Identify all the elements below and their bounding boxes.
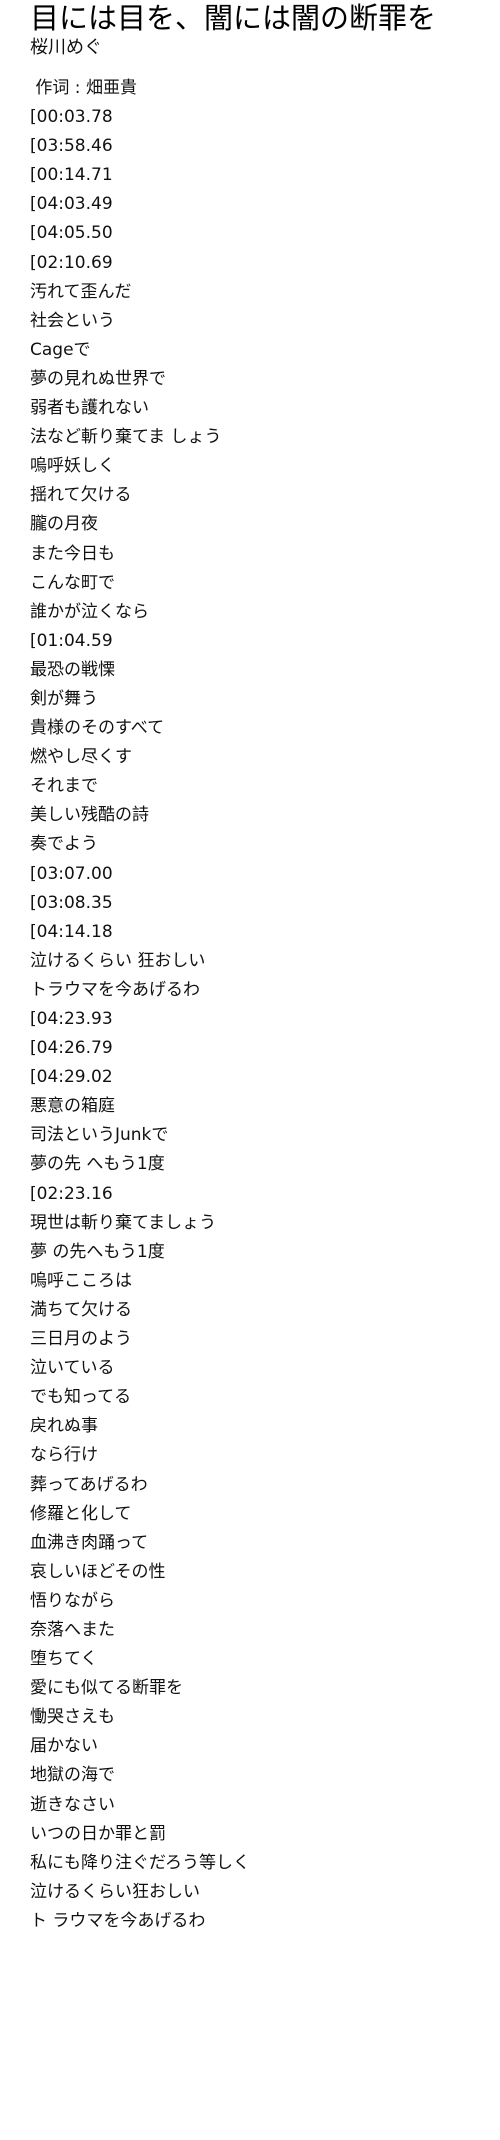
lyric-line: 届かない [30,1736,98,1757]
lyric-line: こんな町で [30,572,115,593]
lyric-line: [02:23.16 [30,1183,113,1204]
lyric-line: 嗚呼こころは [30,1270,132,1291]
lyric-line: 血沸き肉踊って [30,1532,149,1553]
lyric-line: 奈落へまた [30,1619,115,1640]
lyric-line: いつの日か罪と罰 [30,1823,166,1844]
lyric-line: 葬ってあげるわ [30,1474,148,1495]
lyric-line: 三日月のよう [30,1329,132,1350]
lyric-line: [03:08.35 [30,892,113,913]
lyric-line: 奏でよう [30,834,98,855]
lyric-line: 最恐の戦慄 [30,659,115,680]
lyric-line: [00:14.71 [30,165,113,186]
lyric-line: 誰かが泣くなら [30,601,149,622]
lyric-line: ト ラウマを今あげるわ [30,1910,206,1931]
lyric-line: [02:10.69 [30,252,113,273]
lyric-line: 嗚呼妖しく [30,456,115,477]
lyric-line: 弱者も護れない [30,398,149,419]
lyric-line: また今日も [30,543,115,564]
lyric-line: 社会という [30,310,115,331]
lyric-line: 満ちて欠ける [30,1299,132,1320]
lyric-line: 悟りながら [30,1590,115,1611]
lyric-line: [04:29.02 [30,1067,113,1088]
lyric-line: [04:26.79 [30,1038,113,1059]
lyric-line: 夢の先 へもう1度 [30,1154,165,1175]
lyric-line: トラウマを今あげるわ [30,979,200,1000]
lyric-line: 泣けるくらい 狂おしい [30,950,206,971]
lyric-line: 堕ちてく [30,1649,98,1670]
lyric-line: [04:14.18 [30,921,113,942]
lyric-line: 私にも降り注ぐだろう等しく [30,1852,250,1873]
lyric-line: 戻れぬ事 [30,1416,98,1437]
lyric-line: 作词 : 畑亜貴 [30,78,137,98]
lyric-line: 逝きなさい [30,1794,115,1815]
lyric-line: 修羅と化して [30,1503,132,1524]
lyric-line: [04:23.93 [30,1009,113,1029]
lyric-line: Cageで [30,339,91,360]
lyric-line: 哀しいほどその性 [30,1561,166,1582]
lyric-line: 司法というJunkで [30,1125,169,1146]
lyrics-page: 目には目を、闇には闇の断罪を 桜川めぐ 作词 : 畑亜貴 [00:03.78 [03… [0,0,500,1936]
lyric-line: 慟哭さえも [30,1707,115,1728]
lyric-line: 朧の月夜 [30,514,98,535]
lyrics-body: 作词 : 畑亜貴 [00:03.78 [03:58.46 [00:14.71 [04:0… [30,74,500,1936]
lyric-line: 愛にも似てる断罪を [30,1678,183,1699]
lyric-line: 汚れて歪んだ [30,281,132,302]
lyric-line: 泣けるくらい狂おしい [30,1881,200,1902]
lyric-line: 夢 の先へもう1度 [30,1241,165,1262]
lyric-line: [00:03.78 [30,107,113,128]
lyric-line: 泣いている [30,1358,115,1379]
lyric-line: それまで [30,776,98,797]
lyric-line: 悪意の箱庭 [30,1096,115,1117]
lyric-line: 現世は斬り棄てましょう [30,1212,217,1233]
lyric-line: 貴様のそのすべて [30,718,165,739]
lyric-line: [01:04.59 [30,630,113,651]
lyric-line: 法など斬り棄てま しょう [30,427,222,448]
lyric-line: 剣が舞う [30,688,98,709]
song-title: 目には目を、闇には闇の断罪を [30,1,437,35]
lyric-line: [03:58.46 [30,136,113,157]
lyric-line: なら行け [30,1445,98,1466]
lyric-line: 燃やし尽くす [30,747,132,768]
artist-name: 桜川めぐ [30,37,102,58]
lyric-line: 夢の見れぬ世界で [30,368,166,389]
lyric-line: [03:07.00 [30,863,113,884]
lyric-line: でも知ってる [30,1387,132,1408]
lyric-line: 地獄の海で [30,1765,115,1786]
lyric-line: [04:03.49 [30,194,113,215]
lyric-line: [04:05.50 [30,223,113,244]
lyric-line: 美しい残酷の詩 [30,805,149,826]
lyric-line: 揺れて欠ける [30,485,132,506]
